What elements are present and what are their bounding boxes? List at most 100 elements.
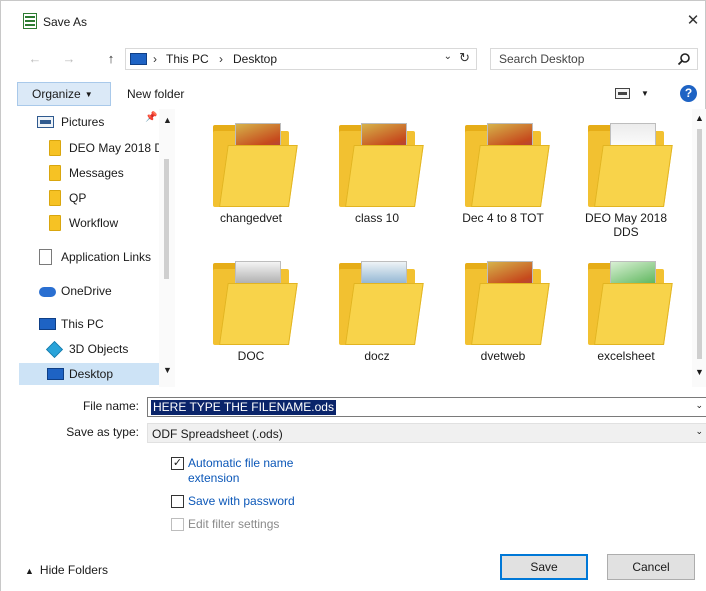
computer-icon: [130, 53, 147, 65]
scroll-down-icon[interactable]: ▼: [163, 365, 172, 375]
new-folder-button[interactable]: New folder: [127, 87, 184, 101]
search-input[interactable]: Search Desktop: [490, 48, 698, 70]
scroll-down-icon[interactable]: ▼: [695, 367, 704, 377]
save-as-type-label: Save as type:: [66, 425, 139, 439]
desktop-icon: [47, 368, 64, 380]
folder-icon: [588, 261, 673, 345]
sidebar-item-application-links[interactable]: Application Links: [39, 246, 161, 268]
caret-down-icon[interactable]: ▼: [641, 89, 649, 98]
cube-icon: [46, 341, 63, 358]
folder-icon: [49, 165, 61, 181]
forward-arrow-icon[interactable]: →: [61, 51, 77, 67]
hide-folders-button[interactable]: ▲ Hide Folders: [25, 563, 108, 577]
auto-extension-label: Automatic file name extension: [188, 456, 294, 485]
spreadsheet-file-icon: [23, 13, 37, 29]
file-label: dvetweb: [480, 349, 526, 363]
file-item-docz[interactable]: docz: [313, 261, 441, 363]
search-placeholder: Search Desktop: [499, 52, 585, 66]
folder-icon: [465, 261, 550, 345]
edit-filter-label: Edit filter settings: [188, 517, 280, 531]
folder-icon: [465, 123, 550, 207]
chevron-down-icon[interactable]: ⌄: [444, 51, 452, 62]
file-label: excelsheet: [597, 349, 655, 363]
save-form: File name: HERE TYPE THE FILENAME.ods ⌄ …: [1, 387, 706, 591]
back-arrow-icon[interactable]: ←: [27, 51, 43, 67]
folder-icon: [339, 123, 424, 207]
up-arrow-icon[interactable]: ↑: [103, 51, 119, 67]
sidebar-item-label: Messages: [69, 166, 124, 180]
sidebar-item-3d-objects[interactable]: 3D Objects: [46, 338, 159, 360]
help-icon[interactable]: ?: [680, 85, 697, 102]
sidebar-item-qp[interactable]: QP: [49, 187, 159, 209]
organize-label: Organize: [32, 87, 81, 101]
scrollbar-thumb[interactable]: [164, 159, 169, 279]
file-item-class-10[interactable]: class 10: [313, 123, 441, 225]
save-button[interactable]: Save: [500, 554, 588, 580]
file-item-changedvet[interactable]: changedvet: [187, 123, 315, 225]
sidebar-item-deo-may-2018[interactable]: DEO May 2018 D: [49, 137, 163, 159]
folder-icon: [339, 261, 424, 345]
file-item-deo-may-2018-dds[interactable]: DEO May 2018 DDS: [562, 123, 690, 239]
organize-button[interactable]: Organize ▼: [17, 82, 111, 106]
chevron-down-icon[interactable]: ⌄: [695, 426, 703, 437]
caret-down-icon: ▼: [84, 89, 93, 99]
breadcrumb-this-pc[interactable]: This PC: [166, 52, 209, 66]
pin-icon[interactable]: 📌: [145, 112, 157, 123]
navigation-pane: Pictures 📌 DEO May 2018 D Messages QP Wo…: [1, 109, 177, 387]
file-label: class 10: [354, 211, 400, 225]
scroll-up-icon[interactable]: ▲: [695, 113, 704, 123]
address-bar[interactable]: › This PC › Desktop ⌄ ↻: [125, 48, 477, 70]
save-as-type-value: ODF Spreadsheet (.ods): [152, 427, 283, 441]
folder-icon: [49, 215, 61, 231]
save-with-password-checkbox[interactable]: [171, 495, 184, 508]
auto-extension-checkbox[interactable]: ✓: [171, 457, 184, 470]
chevron-down-icon[interactable]: ⌄: [695, 400, 703, 411]
cancel-button[interactable]: Cancel: [607, 554, 695, 580]
sidebar-item-workflow[interactable]: Workflow: [49, 212, 159, 234]
pictures-icon: [37, 116, 54, 128]
close-icon[interactable]: ✕: [683, 11, 703, 31]
file-list-scrollbar[interactable]: ▲ ▼: [692, 109, 706, 387]
scrollbar-thumb[interactable]: [697, 129, 702, 359]
file-item-excelsheet[interactable]: excelsheet: [562, 261, 690, 363]
breadcrumb-separator: ›: [153, 52, 157, 66]
file-name-label: File name:: [82, 399, 139, 413]
sidebar-item-label: 3D Objects: [69, 342, 129, 356]
folder-icon: [49, 190, 61, 206]
file-label: DOC: [237, 349, 265, 363]
file-label: docz: [364, 349, 390, 363]
folder-icon: [213, 123, 298, 207]
title-bar: Save As ✕: [1, 1, 706, 41]
document-icon: [39, 249, 52, 265]
folder-icon: [213, 261, 298, 345]
file-item-dvetweb[interactable]: dvetweb: [439, 261, 567, 363]
hide-folders-label: Hide Folders: [39, 563, 108, 577]
chevron-up-icon: ▲: [25, 566, 34, 576]
file-label: DEO May 2018 DDS: [584, 211, 668, 239]
breadcrumb-separator: ›: [219, 52, 223, 66]
refresh-icon[interactable]: ↻: [459, 50, 470, 66]
scroll-up-icon[interactable]: ▲: [163, 115, 172, 125]
edit-filter-checkbox: [171, 518, 184, 531]
file-item-dec-4-to-8-tot[interactable]: Dec 4 to 8 TOT: [439, 123, 567, 225]
folder-icon: [588, 123, 673, 207]
file-item-doc[interactable]: DOC: [187, 261, 315, 363]
save-with-password-label: Save with password: [188, 494, 295, 508]
file-name-field[interactable]: HERE TYPE THE FILENAME.ods ⌄: [147, 397, 706, 417]
toolbar: Organize ▼ New folder ▼ ?: [1, 79, 706, 109]
sidebar-scrollbar[interactable]: ▲ ▼: [159, 109, 175, 387]
file-list: changedvet class 10 Dec 4 to 8 TOT DEO M…: [177, 109, 692, 387]
file-name-value[interactable]: HERE TYPE THE FILENAME.ods: [151, 400, 336, 415]
sidebar-item-label: Pictures: [61, 115, 105, 129]
sidebar-item-desktop[interactable]: Desktop: [47, 363, 159, 385]
view-options-icon[interactable]: [615, 88, 630, 99]
search-icon[interactable]: [677, 52, 691, 66]
sidebar-item-this-pc[interactable]: This PC: [39, 313, 159, 335]
breadcrumb-desktop[interactable]: Desktop: [233, 52, 277, 66]
save-as-type-select[interactable]: ODF Spreadsheet (.ods) ⌄: [147, 423, 706, 443]
sidebar-item-onedrive[interactable]: OneDrive: [39, 280, 159, 302]
sidebar-item-pictures[interactable]: Pictures: [37, 111, 159, 133]
sidebar-item-label: This PC: [61, 317, 104, 331]
sidebar-item-messages[interactable]: Messages: [49, 162, 159, 184]
sidebar-item-label: Desktop: [69, 367, 114, 381]
